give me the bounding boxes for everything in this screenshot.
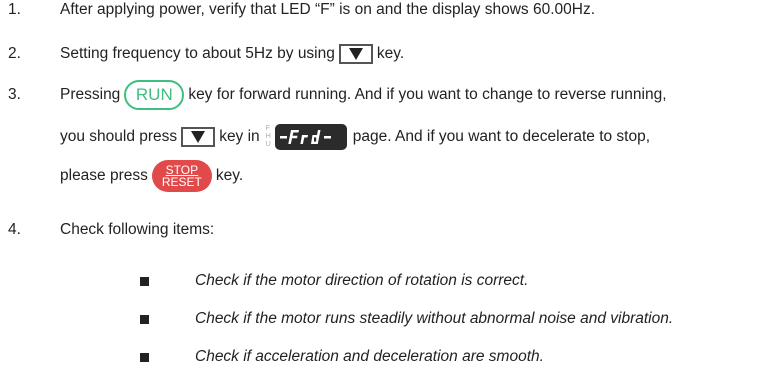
- step-number: 4.: [8, 221, 21, 238]
- reset-label: RESET: [161, 175, 202, 189]
- step-number: 2.: [8, 45, 21, 62]
- step-text: Setting frequency to about 5Hz by using: [60, 45, 335, 62]
- step-text: After applying power, verify that LED “F…: [60, 1, 596, 18]
- check-text: Check if the motor direction of rotation…: [195, 272, 529, 289]
- check-item: Check if the motor direction of rotation…: [140, 272, 528, 290]
- step-text: key for forward running. And if you want…: [188, 86, 667, 103]
- down-arrow-key-icon: [181, 127, 216, 147]
- step-text: please press: [60, 167, 148, 184]
- down-arrow-key-icon: [338, 44, 373, 64]
- bullet-icon: [140, 276, 149, 286]
- check-item: Check if acceleration and deceleration a…: [140, 348, 544, 366]
- bullet-icon: [140, 352, 149, 362]
- step-text: you should press: [60, 128, 178, 145]
- check-item: Check if the motor runs steadily without…: [140, 310, 673, 328]
- step-number: 3.: [8, 86, 21, 103]
- step-number: 1.: [8, 1, 21, 18]
- step-text: page. And if you want to decelerate to s…: [352, 128, 651, 145]
- stop-reset-key-icon: STOP RESET: [151, 160, 212, 192]
- step-text: Check following items:: [60, 221, 215, 238]
- indicator-leds: F H U: [266, 125, 271, 149]
- indicator-u: U: [265, 141, 271, 148]
- step-text: key.: [215, 167, 244, 184]
- lcd-display: [274, 124, 347, 150]
- step-text: Pressing: [60, 86, 121, 103]
- lcd-frd-glyphs: [279, 130, 331, 144]
- bullet-icon: [140, 314, 149, 324]
- check-text: Check if the motor runs steadily without…: [195, 310, 674, 327]
- check-text: Check if acceleration and deceleration a…: [195, 348, 544, 365]
- step-text: key in: [219, 128, 260, 145]
- indicator-h: H: [265, 133, 271, 140]
- indicator-f: F: [265, 125, 270, 132]
- step-text: key.: [376, 45, 405, 62]
- run-key-icon: RUN: [124, 80, 185, 110]
